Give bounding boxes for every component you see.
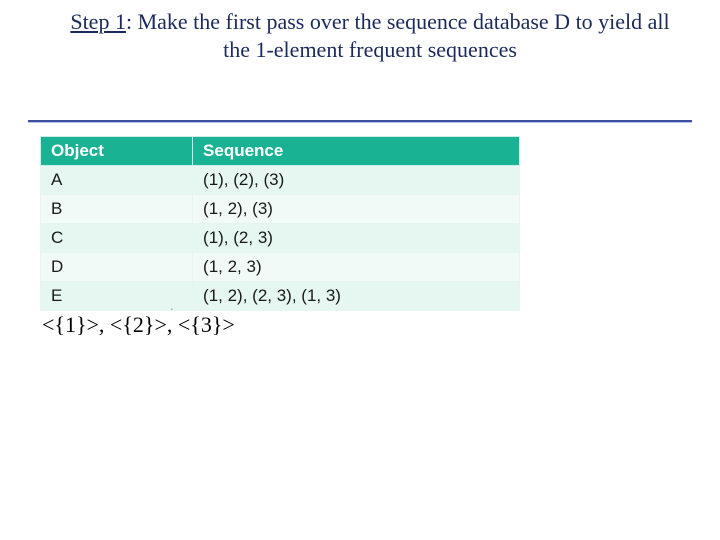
cell-sequence: (1, 2), (2, 3), (1, 3) [193,282,520,311]
title-underline-rule [28,120,692,123]
table-header-row: Object Sequence [41,137,520,166]
stray-artifact: . [170,298,174,313]
cell-object: A [41,166,193,195]
slide-title: Step 1: Make the first pass over the seq… [60,8,680,63]
step-label: Step 1 [70,9,126,34]
title-rest: : Make the first pass over the sequence … [126,9,670,62]
cell-sequence: (1, 2, 3) [193,253,520,282]
col-header-sequence: Sequence [193,137,520,166]
table-row: D (1, 2, 3) [41,253,520,282]
table-row: C (1), (2, 3) [41,224,520,253]
table-row: E (1, 2), (2, 3), (1, 3) [41,282,520,311]
cell-sequence: (1), (2, 3) [193,224,520,253]
frequent-sequences-result: <{1}>, <{2}>, <{3}> [42,312,235,338]
slide: Step 1: Make the first pass over the seq… [0,0,720,540]
table-row: B (1, 2), (3) [41,195,520,224]
col-header-object: Object [41,137,193,166]
cell-sequence: (1, 2), (3) [193,195,520,224]
cell-object: D [41,253,193,282]
cell-sequence: (1), (2), (3) [193,166,520,195]
sequence-table: Object Sequence A (1), (2), (3) B (1, 2)… [40,136,520,311]
cell-object: C [41,224,193,253]
table-row: A (1), (2), (3) [41,166,520,195]
cell-object: B [41,195,193,224]
